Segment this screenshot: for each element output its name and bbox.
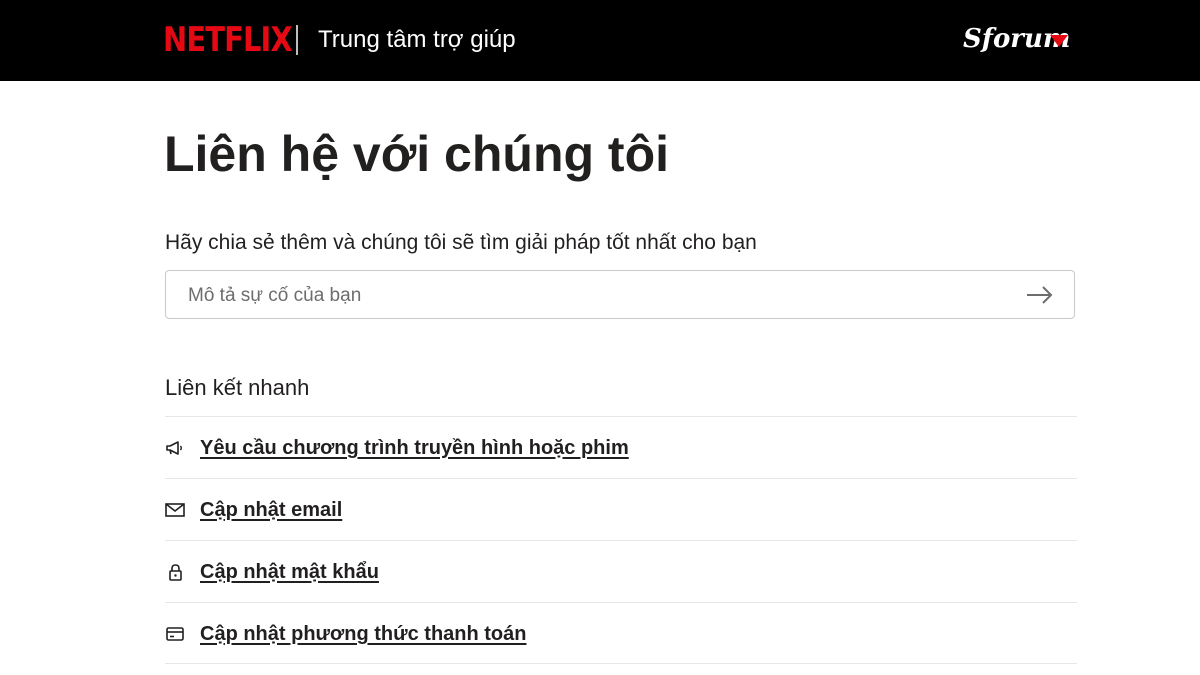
arrow-right-icon[interactable]	[1026, 285, 1054, 305]
page-title: Liên hệ với chúng tôi	[164, 126, 670, 182]
issue-search-box	[165, 270, 1075, 320]
top-navigation-bar: NETFLIX Trung tâm trợ giúp Sforum	[0, 0, 1200, 81]
quick-link-item: Yêu cầu chương trình truyền hình hoặc ph…	[165, 416, 1077, 478]
netflix-logo[interactable]: NETFLIX	[163, 22, 293, 58]
credit-card-icon	[166, 627, 184, 641]
search-prompt-label: Hãy chia sẻ thêm và chúng tôi sẽ tìm giả…	[165, 231, 757, 254]
caret-down-icon	[1050, 35, 1068, 47]
quick-links-list: Yêu cầu chương trình truyền hình hoặc ph…	[165, 416, 1077, 664]
megaphone-icon	[166, 441, 182, 455]
quick-links-heading: Liên kết nhanh	[165, 375, 310, 400]
update-password-link[interactable]: Cập nhật mật khẩu	[200, 559, 379, 585]
envelope-icon	[165, 503, 185, 517]
issue-search-input[interactable]	[186, 271, 1010, 320]
header-divider	[296, 25, 298, 55]
update-email-link[interactable]: Cập nhật email	[200, 497, 342, 523]
request-title-link[interactable]: Yêu cầu chương trình truyền hình hoặc ph…	[200, 435, 629, 461]
quick-link-item: Cập nhật phương thức thanh toán	[165, 602, 1077, 664]
quick-link-item: Cập nhật email	[165, 478, 1077, 540]
update-payment-link[interactable]: Cập nhật phương thức thanh toán	[200, 621, 526, 647]
quick-link-item: Cập nhật mật khẩu	[165, 540, 1077, 602]
lock-icon	[169, 564, 182, 581]
help-center-title[interactable]: Trung tâm trợ giúp	[318, 26, 516, 54]
